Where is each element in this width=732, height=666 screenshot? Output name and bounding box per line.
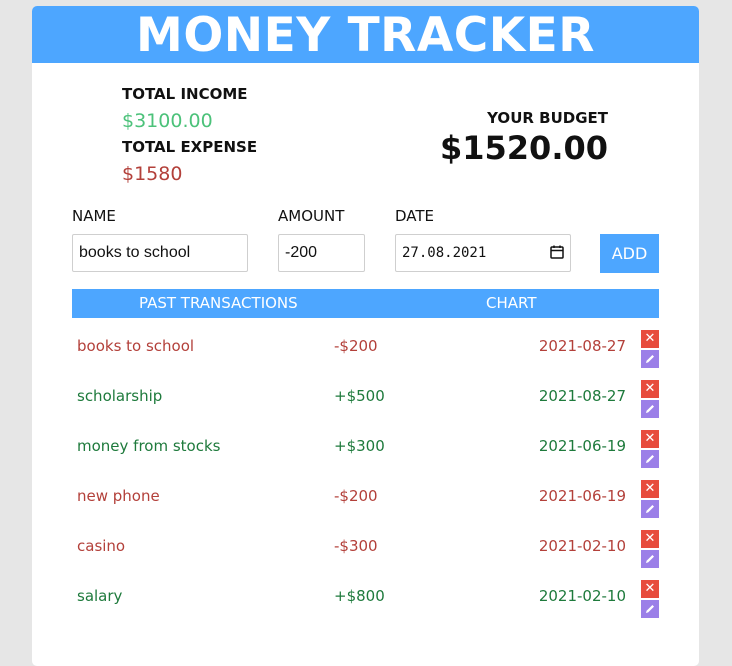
- transaction-date: 2021-02-10: [538, 587, 626, 605]
- transaction-form: NAME books to school AMOUNT -200 DATE 27…: [32, 191, 699, 288]
- transaction-date: 2021-06-19: [538, 437, 626, 455]
- tab-chart[interactable]: CHART: [486, 289, 537, 318]
- close-icon: ✕: [644, 381, 656, 396]
- transaction-name: salary: [77, 587, 123, 605]
- pencil-icon: [646, 555, 654, 563]
- amount-input[interactable]: -200: [278, 234, 365, 272]
- transaction-list: books to school -$200 2021-08-27 ✕ scholarsh…: [72, 324, 659, 624]
- delete-button[interactable]: ✕: [641, 430, 659, 448]
- transaction-row: salary +$800 2021-02-10 ✕: [72, 574, 659, 624]
- transaction-name: scholarship: [77, 387, 163, 405]
- delete-button[interactable]: ✕: [641, 530, 659, 548]
- edit-button[interactable]: [641, 400, 659, 418]
- close-icon: ✕: [644, 581, 656, 596]
- edit-button[interactable]: [641, 600, 659, 618]
- transaction-date: 2021-02-10: [538, 537, 626, 555]
- edit-button[interactable]: [641, 500, 659, 518]
- amount-label: AMOUNT: [278, 207, 345, 225]
- transaction-date: 2021-08-27: [538, 337, 626, 355]
- date-input[interactable]: 27.08.2021: [395, 234, 571, 272]
- tab-bar: PAST TRANSACTIONS CHART: [72, 289, 659, 318]
- date-label: DATE: [395, 207, 435, 225]
- transaction-date: 2021-06-19: [538, 487, 626, 505]
- delete-button[interactable]: ✕: [641, 480, 659, 498]
- add-button[interactable]: ADD: [600, 234, 659, 273]
- edit-button[interactable]: [641, 450, 659, 468]
- transaction-amount: -$200: [334, 337, 378, 355]
- date-value: 27.08.2021: [402, 245, 487, 261]
- transaction-name: money from stocks: [77, 437, 221, 455]
- budget-value: $1520.00: [439, 129, 608, 167]
- transaction-amount: +$800: [334, 587, 385, 605]
- transaction-row: new phone -$200 2021-06-19 ✕: [72, 474, 659, 524]
- total-expense-label: TOTAL EXPENSE: [122, 138, 258, 156]
- close-icon: ✕: [644, 331, 656, 346]
- delete-button[interactable]: ✕: [641, 380, 659, 398]
- edit-button[interactable]: [641, 350, 659, 368]
- name-label: NAME: [72, 207, 116, 225]
- total-income-value: $3100.00: [122, 110, 213, 132]
- transaction-date: 2021-08-27: [538, 387, 626, 405]
- calendar-icon[interactable]: [550, 245, 564, 259]
- close-icon: ✕: [644, 481, 656, 496]
- delete-button[interactable]: ✕: [641, 580, 659, 598]
- app-title: MONEY TRACKER: [32, 6, 699, 63]
- edit-button[interactable]: [641, 550, 659, 568]
- money-tracker-card: MONEY TRACKER TOTAL INCOME $3100.00 TOTA…: [32, 6, 699, 666]
- total-expense-value: $1580: [122, 163, 183, 185]
- transaction-amount: +$300: [334, 437, 385, 455]
- transaction-row: books to school -$200 2021-08-27 ✕: [72, 324, 659, 374]
- close-icon: ✕: [644, 431, 656, 446]
- transaction-name: books to school: [77, 337, 195, 355]
- total-income-label: TOTAL INCOME: [122, 85, 248, 103]
- pencil-icon: [646, 605, 654, 613]
- pencil-icon: [646, 455, 654, 463]
- name-input[interactable]: books to school: [72, 234, 248, 272]
- tab-past-transactions[interactable]: PAST TRANSACTIONS: [139, 289, 298, 318]
- close-icon: ✕: [644, 531, 656, 546]
- transaction-row: casino -$300 2021-02-10 ✕: [72, 524, 659, 574]
- budget-label: YOUR BUDGET: [487, 109, 608, 127]
- pencil-icon: [646, 405, 654, 413]
- pencil-icon: [646, 355, 654, 363]
- transaction-amount: +$500: [334, 387, 385, 405]
- transaction-row: scholarship +$500 2021-08-27 ✕: [72, 374, 659, 424]
- pencil-icon: [646, 505, 654, 513]
- transaction-amount: -$300: [334, 537, 378, 555]
- summary-panel: TOTAL INCOME $3100.00 TOTAL EXPENSE $158…: [32, 63, 699, 191]
- transaction-name: new phone: [77, 487, 160, 505]
- transaction-amount: -$200: [334, 487, 378, 505]
- delete-button[interactable]: ✕: [641, 330, 659, 348]
- transaction-name: casino: [77, 537, 126, 555]
- transaction-row: money from stocks +$300 2021-06-19 ✕: [72, 424, 659, 474]
